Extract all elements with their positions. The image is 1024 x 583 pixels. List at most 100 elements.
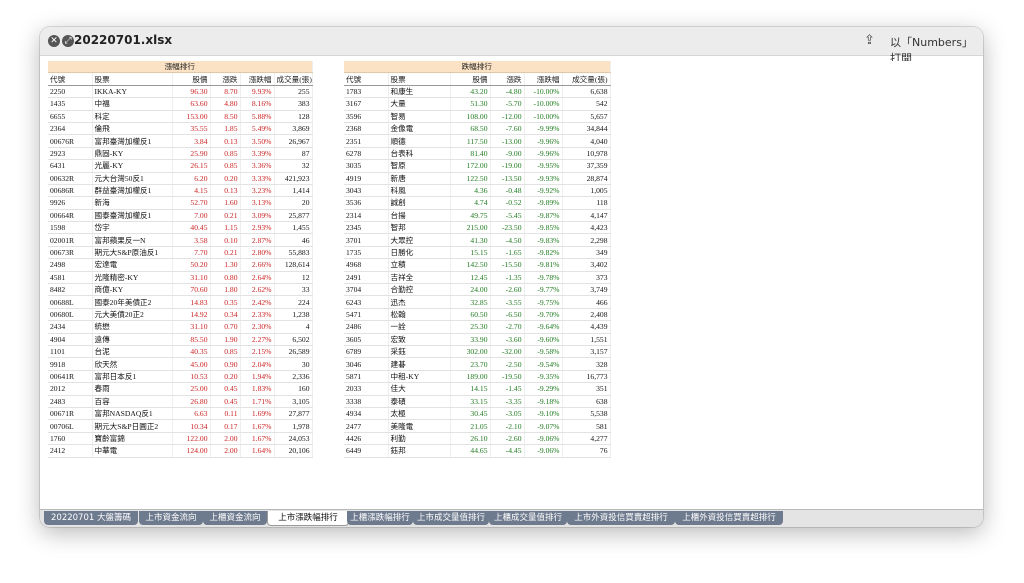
table-cell[interactable]: 中華電 bbox=[92, 444, 173, 458]
table-cell[interactable]: -3.55 bbox=[490, 295, 525, 309]
table-cell[interactable]: 2.04% bbox=[240, 357, 275, 371]
table-cell[interactable]: 科風 bbox=[388, 184, 451, 198]
table-cell[interactable]: 7.00 bbox=[172, 209, 211, 223]
table-cell[interactable]: 3,105 bbox=[274, 395, 313, 408]
table-cell[interactable]: 124.00 bbox=[172, 444, 211, 458]
table-cell[interactable]: 2.00 bbox=[210, 444, 241, 458]
table-cell[interactable]: -9.78% bbox=[524, 271, 563, 285]
table-cell[interactable]: 25.30 bbox=[450, 320, 491, 334]
table-cell[interactable]: 2012 bbox=[48, 382, 93, 396]
table-cell[interactable]: 4934 bbox=[344, 407, 389, 421]
table-cell[interactable]: -9.18% bbox=[524, 395, 563, 408]
table-cell[interactable]: 52.70 bbox=[172, 196, 211, 210]
table-cell[interactable]: 31.10 bbox=[172, 320, 211, 334]
table-cell[interactable]: -0.52 bbox=[490, 196, 525, 210]
table-cell[interactable]: 1,551 bbox=[562, 333, 611, 347]
table-cell[interactable]: 1.30 bbox=[210, 258, 241, 272]
table-cell[interactable]: -9.54% bbox=[524, 357, 563, 371]
table-cell[interactable]: 34,844 bbox=[562, 122, 611, 136]
table-cell[interactable]: 542 bbox=[562, 97, 611, 111]
table-cell[interactable]: 1.60 bbox=[210, 196, 241, 210]
table-cell[interactable]: 4,423 bbox=[562, 221, 611, 235]
sheet-tab[interactable]: 上櫃漲跌幅排行 bbox=[347, 511, 413, 525]
table-cell[interactable]: -10.00% bbox=[524, 85, 563, 99]
table-cell[interactable]: 富邦NASDAQ反1 bbox=[92, 407, 173, 421]
table-cell[interactable]: 255 bbox=[274, 85, 313, 99]
table-cell[interactable]: 00641R bbox=[48, 370, 93, 384]
share-icon[interactable]: ⇪ bbox=[864, 33, 875, 48]
table-cell[interactable]: -9.77% bbox=[524, 283, 563, 297]
sheet-tab[interactable]: 上市成交量值排行 bbox=[413, 511, 489, 525]
table-cell[interactable]: 26.80 bbox=[172, 395, 211, 408]
table-cell[interactable]: 2250 bbox=[48, 85, 93, 99]
table-cell[interactable]: -9.85% bbox=[524, 221, 563, 235]
table-cell[interactable]: 2314 bbox=[344, 209, 389, 223]
table-cell[interactable]: -2.60 bbox=[490, 432, 525, 446]
table-cell[interactable]: 33.15 bbox=[450, 395, 491, 408]
table-cell[interactable]: -4.80 bbox=[490, 85, 525, 99]
table-cell[interactable]: -3.05 bbox=[490, 407, 525, 421]
table-cell[interactable]: 中租-KY bbox=[388, 370, 451, 384]
table-cell[interactable]: 智原 bbox=[388, 159, 451, 173]
table-cell[interactable]: 68.50 bbox=[450, 122, 491, 136]
table-cell[interactable]: 6655 bbox=[48, 110, 93, 123]
table-cell[interactable]: 0.35 bbox=[210, 295, 241, 309]
table-cell[interactable]: 2412 bbox=[48, 444, 93, 458]
table-cell[interactable]: 00680L bbox=[48, 308, 93, 322]
table-cell[interactable]: -3.35 bbox=[490, 395, 525, 408]
table-cell[interactable]: -4.45 bbox=[490, 444, 525, 458]
table-cell[interactable]: 2345 bbox=[344, 221, 389, 235]
table-cell[interactable]: 1.90 bbox=[210, 333, 241, 347]
table-cell[interactable]: -9.93% bbox=[524, 172, 563, 185]
table-cell[interactable]: 建碁 bbox=[388, 357, 451, 371]
table-cell[interactable]: 160 bbox=[274, 382, 313, 396]
table-cell[interactable]: 15.15 bbox=[450, 246, 491, 260]
table-cell[interactable]: 1,978 bbox=[274, 419, 313, 433]
table-cell[interactable]: -9.10% bbox=[524, 407, 563, 421]
table-cell[interactable]: 349 bbox=[562, 246, 611, 260]
table-cell[interactable]: 2368 bbox=[344, 122, 389, 136]
table-cell[interactable]: 1735 bbox=[344, 246, 389, 260]
table-cell[interactable]: 0.13 bbox=[210, 184, 241, 198]
table-cell[interactable]: 商億-KY bbox=[92, 283, 173, 297]
table-cell[interactable]: 2.30% bbox=[240, 320, 275, 334]
table-cell[interactable]: 1435 bbox=[48, 97, 93, 111]
table-cell[interactable]: 中福 bbox=[92, 97, 173, 111]
table-cell[interactable]: 5.88% bbox=[240, 110, 275, 123]
table-cell[interactable]: 5471 bbox=[344, 308, 389, 322]
table-cell[interactable]: 8.16% bbox=[240, 97, 275, 111]
table-cell[interactable]: 351 bbox=[562, 382, 611, 396]
table-cell[interactable]: 33 bbox=[274, 283, 313, 297]
table-cell[interactable]: 3.13% bbox=[240, 196, 275, 210]
table-cell[interactable]: 立積 bbox=[388, 258, 451, 272]
table-cell[interactable]: -9.58% bbox=[524, 345, 563, 359]
table-cell[interactable]: 28,874 bbox=[562, 172, 611, 185]
table-cell[interactable]: 3046 bbox=[344, 357, 389, 371]
table-cell[interactable]: 40.45 bbox=[172, 221, 211, 235]
table-cell[interactable]: 43.20 bbox=[450, 85, 491, 99]
table-cell[interactable]: 6278 bbox=[344, 147, 389, 161]
table-cell[interactable]: 宏致 bbox=[388, 333, 451, 347]
table-cell[interactable]: 岱宇 bbox=[92, 221, 173, 235]
table-cell[interactable]: 2.64% bbox=[240, 271, 275, 285]
table-cell[interactable]: 85.50 bbox=[172, 333, 211, 347]
table-cell[interactable]: 44.65 bbox=[450, 444, 491, 458]
table-cell[interactable]: -9.92% bbox=[524, 184, 563, 198]
table-cell[interactable]: 大眾控 bbox=[388, 233, 451, 247]
table-cell[interactable]: 3536 bbox=[344, 196, 389, 210]
table-cell[interactable]: 6449 bbox=[344, 444, 389, 458]
table-cell[interactable]: 0.21 bbox=[210, 246, 241, 260]
table-cell[interactable]: 采鈺 bbox=[388, 345, 451, 359]
table-cell[interactable]: 大量 bbox=[388, 97, 451, 111]
table-cell[interactable]: 20 bbox=[274, 196, 313, 210]
table-cell[interactable]: -1.35 bbox=[490, 271, 525, 285]
table-cell[interactable]: 63.60 bbox=[172, 97, 211, 111]
sheet-tab[interactable]: 上市資金流向 bbox=[139, 511, 203, 525]
table-cell[interactable]: 14.83 bbox=[172, 295, 211, 309]
table-cell[interactable]: 2.42% bbox=[240, 295, 275, 309]
table-cell[interactable]: 6431 bbox=[48, 159, 93, 173]
table-cell[interactable]: 4,040 bbox=[562, 134, 611, 148]
table-cell[interactable]: 新唐 bbox=[388, 172, 451, 185]
table-cell[interactable]: 421,923 bbox=[274, 172, 313, 185]
table-cell[interactable]: 0.10 bbox=[210, 233, 241, 247]
